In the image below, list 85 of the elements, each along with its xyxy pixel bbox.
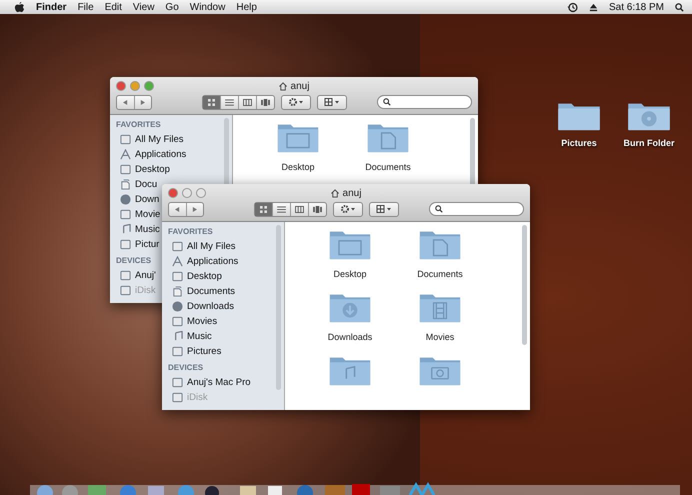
- window-control-button[interactable]: [196, 188, 206, 198]
- music-icon: [172, 331, 183, 342]
- documents-icon: [120, 179, 131, 190]
- right-triangle-icon: [192, 206, 198, 212]
- list-icon: [277, 206, 286, 212]
- sidebar-item[interactable]: All My Files: [187, 241, 236, 252]
- sidebar-item[interactable]: Downloads: [187, 301, 234, 312]
- sidebar-item[interactable]: Music: [187, 331, 212, 342]
- window-control-button[interactable]: [182, 188, 192, 198]
- view-mode-control[interactable]: [202, 94, 275, 110]
- folder-label[interactable]: Documents: [417, 269, 463, 279]
- cover-flow-icon: [313, 206, 322, 212]
- menu-item[interactable]: Edit: [104, 2, 122, 12]
- folder-label[interactable]: Documents: [365, 162, 411, 172]
- sidebar-item[interactable]: Movies: [187, 316, 218, 327]
- sidebar-item[interactable]: Down: [135, 194, 160, 205]
- sidebar-item[interactable]: Applications: [187, 256, 238, 267]
- arrange-menu-button[interactable]: [317, 94, 347, 110]
- sidebar-heading: FAVORITES: [116, 120, 161, 129]
- menu-item[interactable]: Window: [190, 2, 226, 12]
- action-menu-button[interactable]: [281, 94, 311, 110]
- search-icon: [383, 98, 391, 106]
- sidebar-item[interactable]: Movie: [135, 209, 160, 220]
- window-control-button[interactable]: [144, 81, 154, 91]
- sidebar-heading: DEVICES: [168, 363, 204, 372]
- folder-label[interactable]: Movies: [426, 332, 454, 342]
- sidebar-heading: DEVICES: [116, 256, 152, 265]
- eject-icon[interactable]: [588, 2, 598, 12]
- sidebar-item[interactable]: Anuj's Mac Pro: [187, 377, 251, 388]
- view-mode-control[interactable]: [254, 202, 327, 216]
- gear-menu-icon: [288, 98, 304, 106]
- sidebar-item[interactable]: Anuj': [135, 270, 156, 281]
- home-icon: [278, 82, 288, 90]
- documents-icon: [172, 286, 183, 297]
- cover-flow-icon: [261, 98, 270, 106]
- right-triangle-icon: [140, 100, 146, 104]
- desktop-icon-label[interactable]: Burn Folder: [624, 138, 674, 148]
- menu-clock[interactable]: Sat 6:18 PM: [608, 2, 664, 12]
- menu-item[interactable]: Go: [165, 2, 179, 12]
- window-title: anuj: [278, 80, 310, 92]
- sidebar-item[interactable]: Desktop: [187, 271, 222, 282]
- sidebar-item[interactable]: Documents: [187, 286, 236, 297]
- home-icon: [330, 188, 340, 198]
- search-field[interactable]: [429, 202, 524, 216]
- apple-logo-icon[interactable]: [14, 0, 25, 14]
- folder-label[interactable]: Desktop: [281, 162, 315, 172]
- sidebar-item[interactable]: Pictures: [187, 346, 222, 357]
- window-control-button[interactable]: [116, 81, 126, 91]
- apps-icon: [172, 256, 183, 267]
- window-control-button[interactable]: [168, 188, 178, 198]
- view-mode-button[interactable]: [203, 96, 220, 108]
- action-menu-button[interactable]: [333, 202, 363, 216]
- arrange-menu-button[interactable]: [369, 202, 399, 216]
- menu-item[interactable]: View: [132, 2, 154, 12]
- search-field[interactable]: [377, 95, 472, 109]
- grid-menu-icon: [324, 98, 340, 106]
- search-icon[interactable]: [675, 2, 684, 12]
- folder-label[interactable]: Downloads: [328, 332, 372, 342]
- folder-label[interactable]: Desktop: [333, 269, 367, 279]
- window-control-button[interactable]: [130, 81, 140, 91]
- menu-item[interactable]: Finder: [36, 2, 67, 12]
- sidebar-item[interactable]: Applications: [135, 149, 186, 160]
- menu-item[interactable]: Help: [236, 2, 257, 12]
- gear-menu-icon: [340, 205, 356, 213]
- sidebar-heading: FAVORITES: [168, 227, 213, 236]
- left-triangle-icon: [122, 100, 128, 104]
- icon-grid-icon: [259, 206, 268, 212]
- list-icon: [225, 98, 234, 106]
- music-icon: [120, 224, 131, 235]
- window-title: anuj: [330, 188, 362, 198]
- sidebar-item[interactable]: Music: [135, 224, 160, 235]
- desktop-icon-label[interactable]: Pictures: [561, 138, 597, 148]
- columns-icon: [295, 206, 304, 212]
- search-icon: [435, 205, 443, 213]
- apps-icon: [120, 149, 131, 160]
- sidebar-item[interactable]: Pictur: [135, 239, 160, 250]
- left-triangle-icon: [174, 206, 180, 212]
- sidebar-item[interactable]: Desktop: [135, 164, 170, 175]
- sidebar-item[interactable]: All My Files: [135, 134, 184, 145]
- menu-item[interactable]: File: [78, 2, 94, 12]
- view-mode-button[interactable]: [255, 202, 272, 216]
- grid-menu-icon: [376, 205, 392, 213]
- columns-icon: [243, 98, 252, 106]
- sidebar-item[interactable]: Docu: [135, 179, 158, 190]
- icon-grid-icon: [207, 98, 216, 106]
